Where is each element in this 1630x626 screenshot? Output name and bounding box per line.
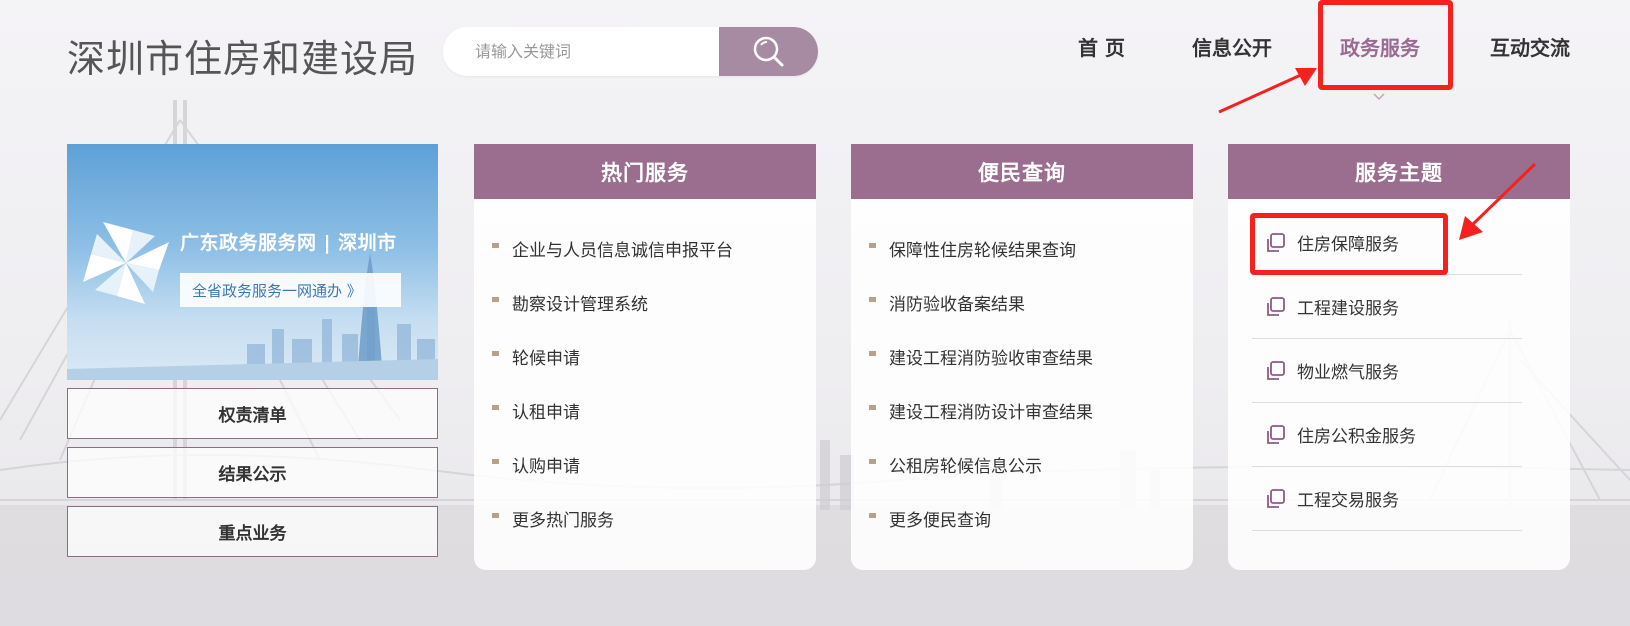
list-item[interactable]: 更多便民查询 (851, 491, 1193, 545)
nav-item-interaction[interactable]: 互动交流 (1490, 32, 1570, 61)
list-item-label: 消防验收备案结果 (889, 294, 1025, 315)
copy-icon (1267, 424, 1285, 444)
list-item[interactable]: 认租申请 (474, 383, 816, 437)
theme-item-construction[interactable]: 工程建设服务 (1252, 275, 1522, 339)
bullet-icon (492, 512, 499, 518)
bullet-icon (492, 296, 499, 302)
list-item-label: 更多便民查询 (889, 510, 991, 531)
left-column: 广东政务服务网 | 深圳市 全省政务服务一网通办 》 权责清单 结果公示 重点业… (67, 144, 438, 557)
theme-item-housing-security[interactable]: 住房保障服务 (1252, 211, 1522, 275)
main-nav: 首 页 信息公开 政务服务 互动交流 (0, 32, 1630, 101)
list-item-label: 认购申请 (512, 456, 580, 477)
copy-icon (1267, 296, 1285, 316)
theme-item-label: 住房保障服务 (1297, 235, 1399, 255)
banner-subtitle: 全省政务服务一网通办 》 (180, 273, 401, 307)
bullet-icon (492, 242, 499, 248)
side-button-result-announcement[interactable]: 结果公示 (67, 447, 438, 498)
list-item[interactable]: 建设工程消防设计审查结果 (851, 383, 1193, 437)
list-item[interactable]: 企业与人员信息诚信申报平台 (474, 221, 816, 275)
convenience-query-panel: 便民查询 保障性住房轮候结果查询 消防验收备案结果 建设工程消防验收审查结果 建… (851, 144, 1193, 570)
theme-item-label: 物业燃气服务 (1297, 363, 1399, 383)
bullet-icon (492, 350, 499, 356)
hot-services-panel: 热门服务 企业与人员信息诚信申报平台 勘察设计管理系统 轮候申请 认租申请 认购… (474, 144, 816, 570)
list-item-label: 认租申请 (512, 402, 580, 423)
bullet-icon (869, 350, 876, 356)
list-item-label: 企业与人员信息诚信申报平台 (512, 240, 733, 261)
nav-item-government-services[interactable]: 政务服务 (1340, 32, 1420, 61)
list-item-label: 公租房轮候信息公示 (889, 456, 1042, 477)
banner-title: 广东政务服务网 | 深圳市 (180, 232, 397, 254)
panel-title: 服务主题 (1228, 144, 1570, 199)
nav-item-home[interactable]: 首 页 (1078, 32, 1125, 61)
theme-item-label: 住房公积金服务 (1297, 427, 1416, 447)
theme-item-property-gas[interactable]: 物业燃气服务 (1252, 339, 1522, 403)
list-item[interactable]: 公租房轮候信息公示 (851, 437, 1193, 491)
bullet-icon (869, 512, 876, 518)
list-item-label: 建设工程消防验收审查结果 (889, 348, 1093, 369)
service-themes-panel: 服务主题 住房保障服务 工程建设服务 物业燃气服务 住房公积金服务 工程交易服务 (1228, 144, 1570, 570)
list-item-label: 建设工程消防设计审查结果 (889, 402, 1093, 423)
list-item[interactable]: 保障性住房轮候结果查询 (851, 221, 1193, 275)
bullet-icon (492, 404, 499, 410)
bullet-icon (869, 404, 876, 410)
side-button-key-business[interactable]: 重点业务 (67, 506, 438, 557)
bullet-icon (869, 296, 876, 302)
guangdong-gov-service-banner[interactable]: 广东政务服务网 | 深圳市 全省政务服务一网通办 》 (67, 144, 438, 380)
list-item-label: 更多热门服务 (512, 510, 614, 531)
copy-icon (1267, 488, 1285, 508)
list-item-label: 保障性住房轮候结果查询 (889, 240, 1076, 261)
bullet-icon (492, 458, 499, 464)
pinwheel-logo-icon (83, 222, 169, 304)
theme-item-housing-fund[interactable]: 住房公积金服务 (1252, 403, 1522, 467)
side-button-responsibility-list[interactable]: 权责清单 (67, 388, 438, 439)
list-item[interactable]: 建设工程消防验收审查结果 (851, 329, 1193, 383)
list-item[interactable]: 轮候申请 (474, 329, 816, 383)
bullet-icon (869, 458, 876, 464)
list-item[interactable]: 更多热门服务 (474, 491, 816, 545)
list-item[interactable]: 勘察设计管理系统 (474, 275, 816, 329)
nav-item-info-disclosure[interactable]: 信息公开 (1192, 32, 1272, 61)
chevron-down-icon (1373, 93, 1385, 101)
theme-item-label: 工程交易服务 (1297, 491, 1399, 511)
copy-icon (1267, 232, 1285, 252)
list-item[interactable]: 认购申请 (474, 437, 816, 491)
list-item-label: 轮候申请 (512, 348, 580, 369)
page-header: 深圳市住房和建设局 首 页 信息公开 政务服务 互动交流 (0, 0, 1630, 110)
list-item-label: 勘察设计管理系统 (512, 294, 648, 315)
bullet-icon (869, 242, 876, 248)
panel-title: 热门服务 (474, 144, 816, 199)
theme-item-label: 工程建设服务 (1297, 299, 1399, 319)
theme-item-engineering-trading[interactable]: 工程交易服务 (1252, 467, 1522, 531)
panel-title: 便民查询 (851, 144, 1193, 199)
list-item[interactable]: 消防验收备案结果 (851, 275, 1193, 329)
copy-icon (1267, 360, 1285, 380)
